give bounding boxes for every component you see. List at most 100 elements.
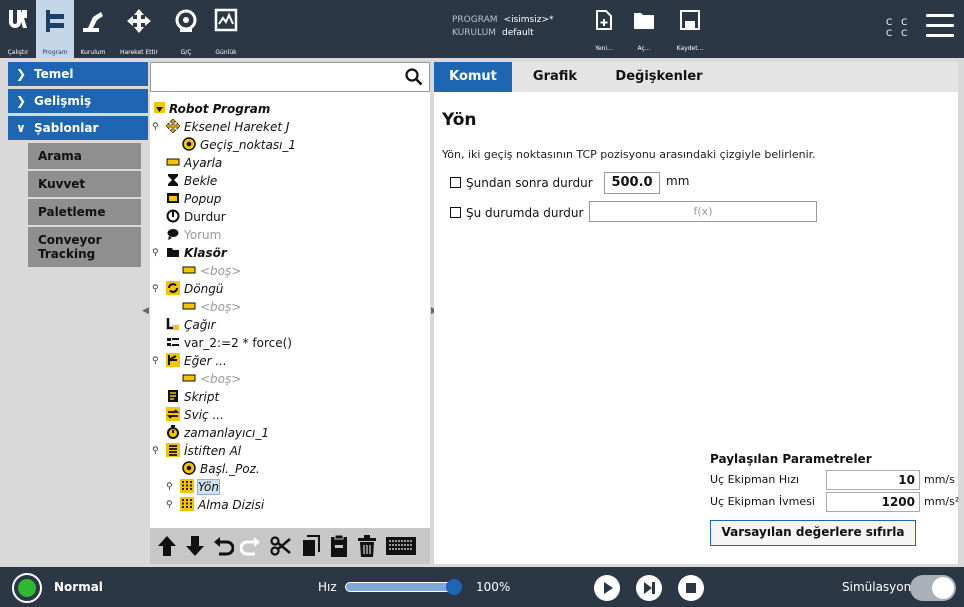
stop-after-row: Şundan sonra durdur	[450, 173, 593, 193]
chevron-right-icon: ❯	[16, 67, 27, 81]
sidebar-item-templates[interactable]: ∨ Şablonlar	[8, 116, 148, 140]
tab-variables[interactable]: Değişkenler	[604, 62, 714, 92]
undo-icon[interactable]	[212, 534, 235, 558]
chevron-right-icon: ❯	[16, 94, 27, 108]
tree-node-start-pos[interactable]: Başl._Poz.	[182, 460, 260, 478]
speed-slider[interactable]	[345, 579, 462, 595]
tree-node-if[interactable]: ⚲ Eğer ...	[152, 352, 227, 370]
halt-icon	[166, 209, 180, 223]
tree-node-label: Durdur	[184, 210, 226, 224]
tree-node-loop[interactable]: ⚲ Döngü	[152, 280, 223, 298]
tree-node-halt[interactable]: Durdur	[166, 208, 226, 226]
tree-node-empty[interactable]: <boş>	[182, 370, 241, 388]
sidebar-subitem-palletizing[interactable]: Paletleme	[28, 199, 141, 225]
sidebar-item-basic[interactable]: ❯ Temel	[8, 62, 148, 86]
power-status-button[interactable]	[12, 573, 42, 603]
tree-search-input[interactable]	[150, 62, 430, 92]
loop-icon	[166, 281, 180, 295]
nav-program[interactable]: Program	[36, 0, 74, 58]
save-button[interactable]: Kaydet...	[672, 6, 708, 54]
tree-node-folder[interactable]: ⚲ Klasör	[152, 244, 227, 262]
nav-log-label: Günlük	[215, 49, 237, 56]
paste-icon[interactable]	[328, 534, 350, 558]
nav-run[interactable]: Çalıştır	[0, 0, 36, 58]
delete-icon[interactable]	[356, 534, 378, 558]
tree-node-direction[interactable]: ⚲ Yön	[166, 478, 220, 496]
tree-node-movej[interactable]: ⚲ Eksenel Hareket J	[152, 118, 289, 136]
move-down-icon[interactable]	[184, 534, 206, 558]
tree-node-script[interactable]: Skript	[166, 388, 219, 406]
new-button[interactable]: Yeni...	[586, 6, 622, 54]
tree-node-label: İstiften Al	[184, 444, 242, 458]
stop-when-expression-field[interactable]: f(x)	[589, 201, 817, 222]
cut-icon[interactable]	[270, 534, 292, 558]
sidebar-subitem-conveyor-tracking[interactable]: Conveyor Tracking	[28, 227, 141, 267]
tree-node-switch[interactable]: Sviç ...	[166, 406, 224, 424]
footer-bar: Normal Hız 100% Simülasyon	[0, 567, 964, 607]
pin-icon: ⚲	[166, 482, 173, 492]
stop-after-unit: mm	[666, 174, 690, 188]
tree-node-robot-program[interactable]: Robot Program	[154, 100, 270, 118]
tree-node-empty[interactable]: <boş>	[182, 262, 241, 280]
tab-command[interactable]: Komut	[434, 62, 512, 92]
tree-node-wait[interactable]: Bekle	[166, 172, 217, 190]
nav-io-label: G/Ç	[180, 49, 192, 56]
tree-node-timer[interactable]: zamanlayıcı_1	[166, 424, 269, 442]
tree-node-label: Döngü	[184, 282, 224, 296]
nav-installation[interactable]: Kurulum	[74, 0, 112, 58]
tree-node-destack[interactable]: ⚲ İstiften Al	[152, 442, 241, 460]
set-icon	[166, 155, 180, 169]
tree-node-call[interactable]: Çağır	[166, 316, 216, 334]
nav-move[interactable]: Hareket Ettir	[112, 0, 166, 58]
tab-graphics[interactable]: Grafik	[522, 62, 588, 92]
hamburger-menu-icon[interactable]	[926, 14, 954, 42]
tree-node-pick-sequence[interactable]: ⚲ Alma Dizisi	[166, 496, 264, 514]
move-arrows-icon	[127, 9, 151, 33]
save-icon	[680, 10, 700, 30]
redo-icon[interactable]	[239, 534, 262, 558]
simulation-toggle[interactable]	[910, 575, 956, 601]
tree-node-empty[interactable]: <boş>	[182, 298, 241, 316]
speed-slider-thumb[interactable]	[446, 579, 462, 595]
nav-installation-label: Kurulum	[80, 49, 106, 56]
copy-icon[interactable]	[300, 534, 322, 558]
tree-node-comment[interactable]: Yorum	[166, 226, 221, 244]
sidebar-item-advanced[interactable]: ❯ Gelişmiş	[8, 89, 148, 113]
switch-icon	[166, 407, 180, 421]
step-button[interactable]	[636, 575, 662, 601]
stop-button[interactable]	[678, 575, 704, 601]
tool-speed-field[interactable]: 10	[826, 470, 920, 490]
tree-node-popup[interactable]: Popup	[166, 190, 221, 208]
nav-log[interactable]: Günlük	[206, 0, 246, 58]
sidebar-subitem-force[interactable]: Kuvvet	[28, 171, 141, 197]
tree-node-label: Geçiş_noktası_1	[200, 138, 297, 152]
tree-node-assignment[interactable]: var_2:=2 * force()	[166, 334, 292, 352]
stop-when-checkbox[interactable]	[450, 207, 461, 218]
if-icon	[166, 353, 180, 367]
call-icon	[166, 317, 180, 331]
play-button[interactable]	[594, 575, 620, 601]
sidebar-subitem-search[interactable]: Arama	[28, 143, 141, 169]
stop-after-checkbox[interactable]	[450, 177, 461, 188]
collapse-left-handle[interactable]: ◀	[142, 306, 149, 316]
waypoint-icon	[182, 461, 196, 475]
tree-node-label: Ayarla	[184, 156, 223, 170]
tool-speed-unit: mm/s	[924, 473, 955, 486]
reset-defaults-button[interactable]: Varsayılan değerlere sıfırla	[710, 520, 916, 546]
move-up-icon[interactable]	[156, 534, 178, 558]
nav-run-label: Çalıştır	[7, 49, 29, 56]
tree-node-set[interactable]: Ayarla	[166, 154, 222, 172]
search-icon[interactable]	[405, 68, 423, 86]
empty-icon	[182, 299, 196, 313]
stop-after-distance-field[interactable]: 500.0	[604, 172, 660, 194]
suppress-icon[interactable]	[382, 534, 422, 558]
tree-node-waypoint-1[interactable]: Geçiş_noktası_1	[182, 136, 296, 154]
timer-icon	[166, 425, 180, 439]
io-icon	[175, 9, 197, 32]
popup-icon	[166, 191, 180, 205]
open-folder-icon	[634, 13, 654, 29]
open-button[interactable]: Aç...	[626, 6, 662, 54]
nav-io[interactable]: G/Ç	[166, 0, 206, 58]
assignment-icon	[166, 335, 180, 349]
tool-accel-field[interactable]: 1200	[826, 492, 920, 512]
